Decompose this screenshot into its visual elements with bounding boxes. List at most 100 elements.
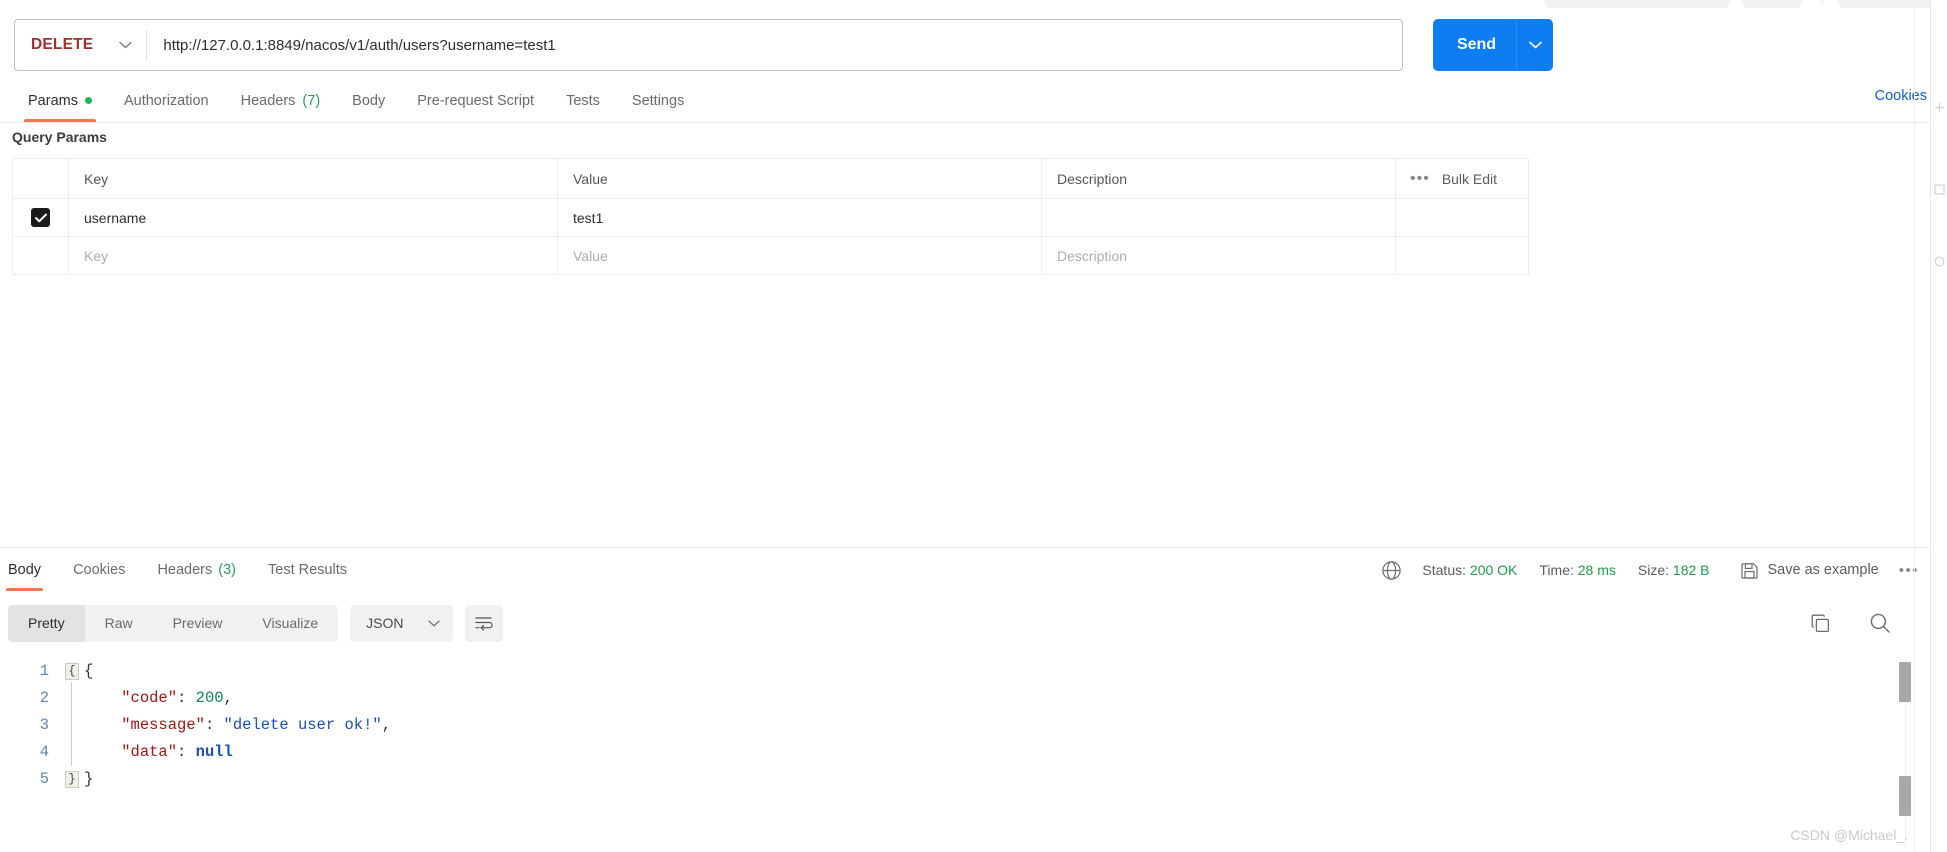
wrap-lines-button[interactable] [464,604,503,642]
size-value: 182 B [1672,562,1710,578]
response-tab-test-results-label: Test Results [268,561,347,578]
request-tab-bar: Params Authorization Headers (7) Body Pr… [0,79,1929,123]
rail-icon-3[interactable] [1934,254,1945,272]
response-more-options-icon[interactable]: ••• [1899,563,1919,578]
chevron-down-icon [427,620,440,627]
tab-params-label: Params [28,92,78,109]
tab-headers-label: Headers [240,92,296,109]
body-language-select[interactable]: JSON [350,604,453,642]
query-params-table: Key Value Description ••• Bulk Edit user… [12,158,1529,275]
time-value: 28 ms [1577,562,1616,578]
tab-body[interactable]: Body [336,79,401,122]
response-body-toolbar: Pretty Raw Preview Visualize JSON [8,600,503,646]
table-header-row: Key Value Description ••• Bulk Edit [13,159,1528,199]
code-scroll-thumb-top[interactable] [1899,662,1911,702]
empty-row-value-placeholder[interactable]: Value [573,248,608,264]
tab-headers-count: (7) [302,92,321,109]
method-selector[interactable]: DELETE [15,20,146,70]
row-value-value[interactable]: test1 [573,210,603,226]
chrome-pill-1 [1545,0,1730,8]
ellipsis-icon[interactable]: ••• [1410,170,1430,187]
tab-headers[interactable]: Headers (7) [225,79,337,122]
chrome-pill-2 [1742,0,1802,8]
tab-authorization-label: Authorization [123,92,209,109]
send-button[interactable]: Send [1433,19,1553,71]
response-status-bar: Status: 200 OK Time: 28 ms Size: 182 B S… [1381,550,1919,590]
tab-authorization[interactable]: Authorization [108,79,225,122]
status-label: Status: [1422,562,1467,578]
code-content: { "code": 200, "message": "delete user o… [84,662,391,788]
line-number: 2 [39,689,49,707]
cookies-link[interactable]: Cookies [1875,88,1927,104]
response-body-actions [1810,600,1891,646]
row-actions-cell [1395,199,1528,236]
fold-open-brace-icon[interactable]: { [65,663,79,680]
response-tab-body[interactable]: Body [0,548,57,591]
window-chrome-strip [0,0,1933,9]
bulk-edit-button[interactable]: ••• Bulk Edit [1395,159,1528,198]
url-input[interactable]: http://127.0.0.1:8849/nacos/v1/auth/user… [147,37,1402,54]
globe-icon [1381,560,1402,581]
tab-pre-request-script[interactable]: Pre-request Script [401,79,550,122]
checkbox-checked-icon[interactable] [31,208,50,227]
chrome-divider [1822,0,1823,4]
line-number: 4 [39,743,49,761]
response-tab-test-results[interactable]: Test Results [252,548,363,591]
code-scroll-thumb-bottom[interactable] [1899,776,1911,816]
save-as-example-button[interactable]: Save as example [1740,561,1879,580]
table-row[interactable]: username test1 [13,199,1528,237]
response-tab-cookies[interactable]: Cookies [57,548,141,591]
response-tab-headers-count: (3) [218,561,236,578]
body-format-pretty[interactable]: Pretty [8,604,85,642]
empty-row-description-placeholder[interactable]: Description [1057,248,1127,264]
tab-params[interactable]: Params [12,79,108,122]
column-header-value: Value [573,170,608,187]
line-number: 3 [39,716,49,734]
chrome-pill-3 [1838,0,1933,8]
tab-tests-label: Tests [566,92,600,109]
body-format-visualize[interactable]: Visualize [242,605,338,642]
table-row-empty[interactable]: Key Value Description [13,237,1528,275]
body-format-preview[interactable]: Preview [153,605,243,642]
chevron-down-icon [119,41,133,49]
tab-settings[interactable]: Settings [616,79,700,122]
save-as-example-label: Save as example [1767,562,1879,578]
url-bar[interactable]: DELETE http://127.0.0.1:8849/nacos/v1/au… [14,19,1403,71]
row-checkbox-cell[interactable] [13,199,69,236]
fold-guide-line [71,682,72,766]
tab-body-label: Body [352,92,386,109]
fold-close-brace-icon[interactable]: } [65,771,79,788]
response-body-code[interactable]: 1 2 3 4 5 { } { "code": 200, "message": … [0,658,1929,852]
body-format-raw[interactable]: Raw [85,605,153,642]
empty-row-key-placeholder[interactable]: Key [84,248,108,264]
response-tab-body-label: Body [8,561,42,578]
response-tab-headers[interactable]: Headers (3) [141,548,252,591]
status-value: 200 OK [1469,562,1518,578]
empty-row-checkbox-cell[interactable] [13,237,69,274]
line-number-gutter: 1 2 3 4 5 [0,658,62,793]
wrap-lines-icon [474,615,493,631]
status-code: Status: 200 OK [1422,562,1517,578]
row-key-value[interactable]: username [84,210,146,226]
rail-icon-1[interactable] [1934,100,1945,118]
column-header-description: Description [1057,170,1128,187]
query-params-title: Query Params [12,129,107,145]
code-fold-column[interactable]: { } [62,658,84,793]
bulk-edit-label: Bulk Edit [1441,170,1498,187]
method-label: DELETE [31,36,94,53]
search-icon[interactable] [1869,612,1891,634]
main-pane-scroll-track[interactable] [1914,0,1915,852]
tab-tests[interactable]: Tests [550,79,616,122]
response-size: Size: 182 B [1638,562,1710,578]
body-format-tabs: Pretty Raw Preview Visualize [8,604,339,642]
response-tab-cookies-label: Cookies [73,561,126,578]
size-label: Size: [1637,562,1670,578]
params-active-dot-icon [84,97,92,104]
save-icon [1740,561,1759,580]
right-sidebar-rail [1930,0,1947,852]
line-number: 5 [39,770,49,788]
send-options-caret-icon[interactable] [1517,41,1553,49]
copy-icon[interactable] [1810,613,1831,634]
rail-icon-2[interactable] [1934,182,1945,200]
line-number: 1 [39,662,49,680]
